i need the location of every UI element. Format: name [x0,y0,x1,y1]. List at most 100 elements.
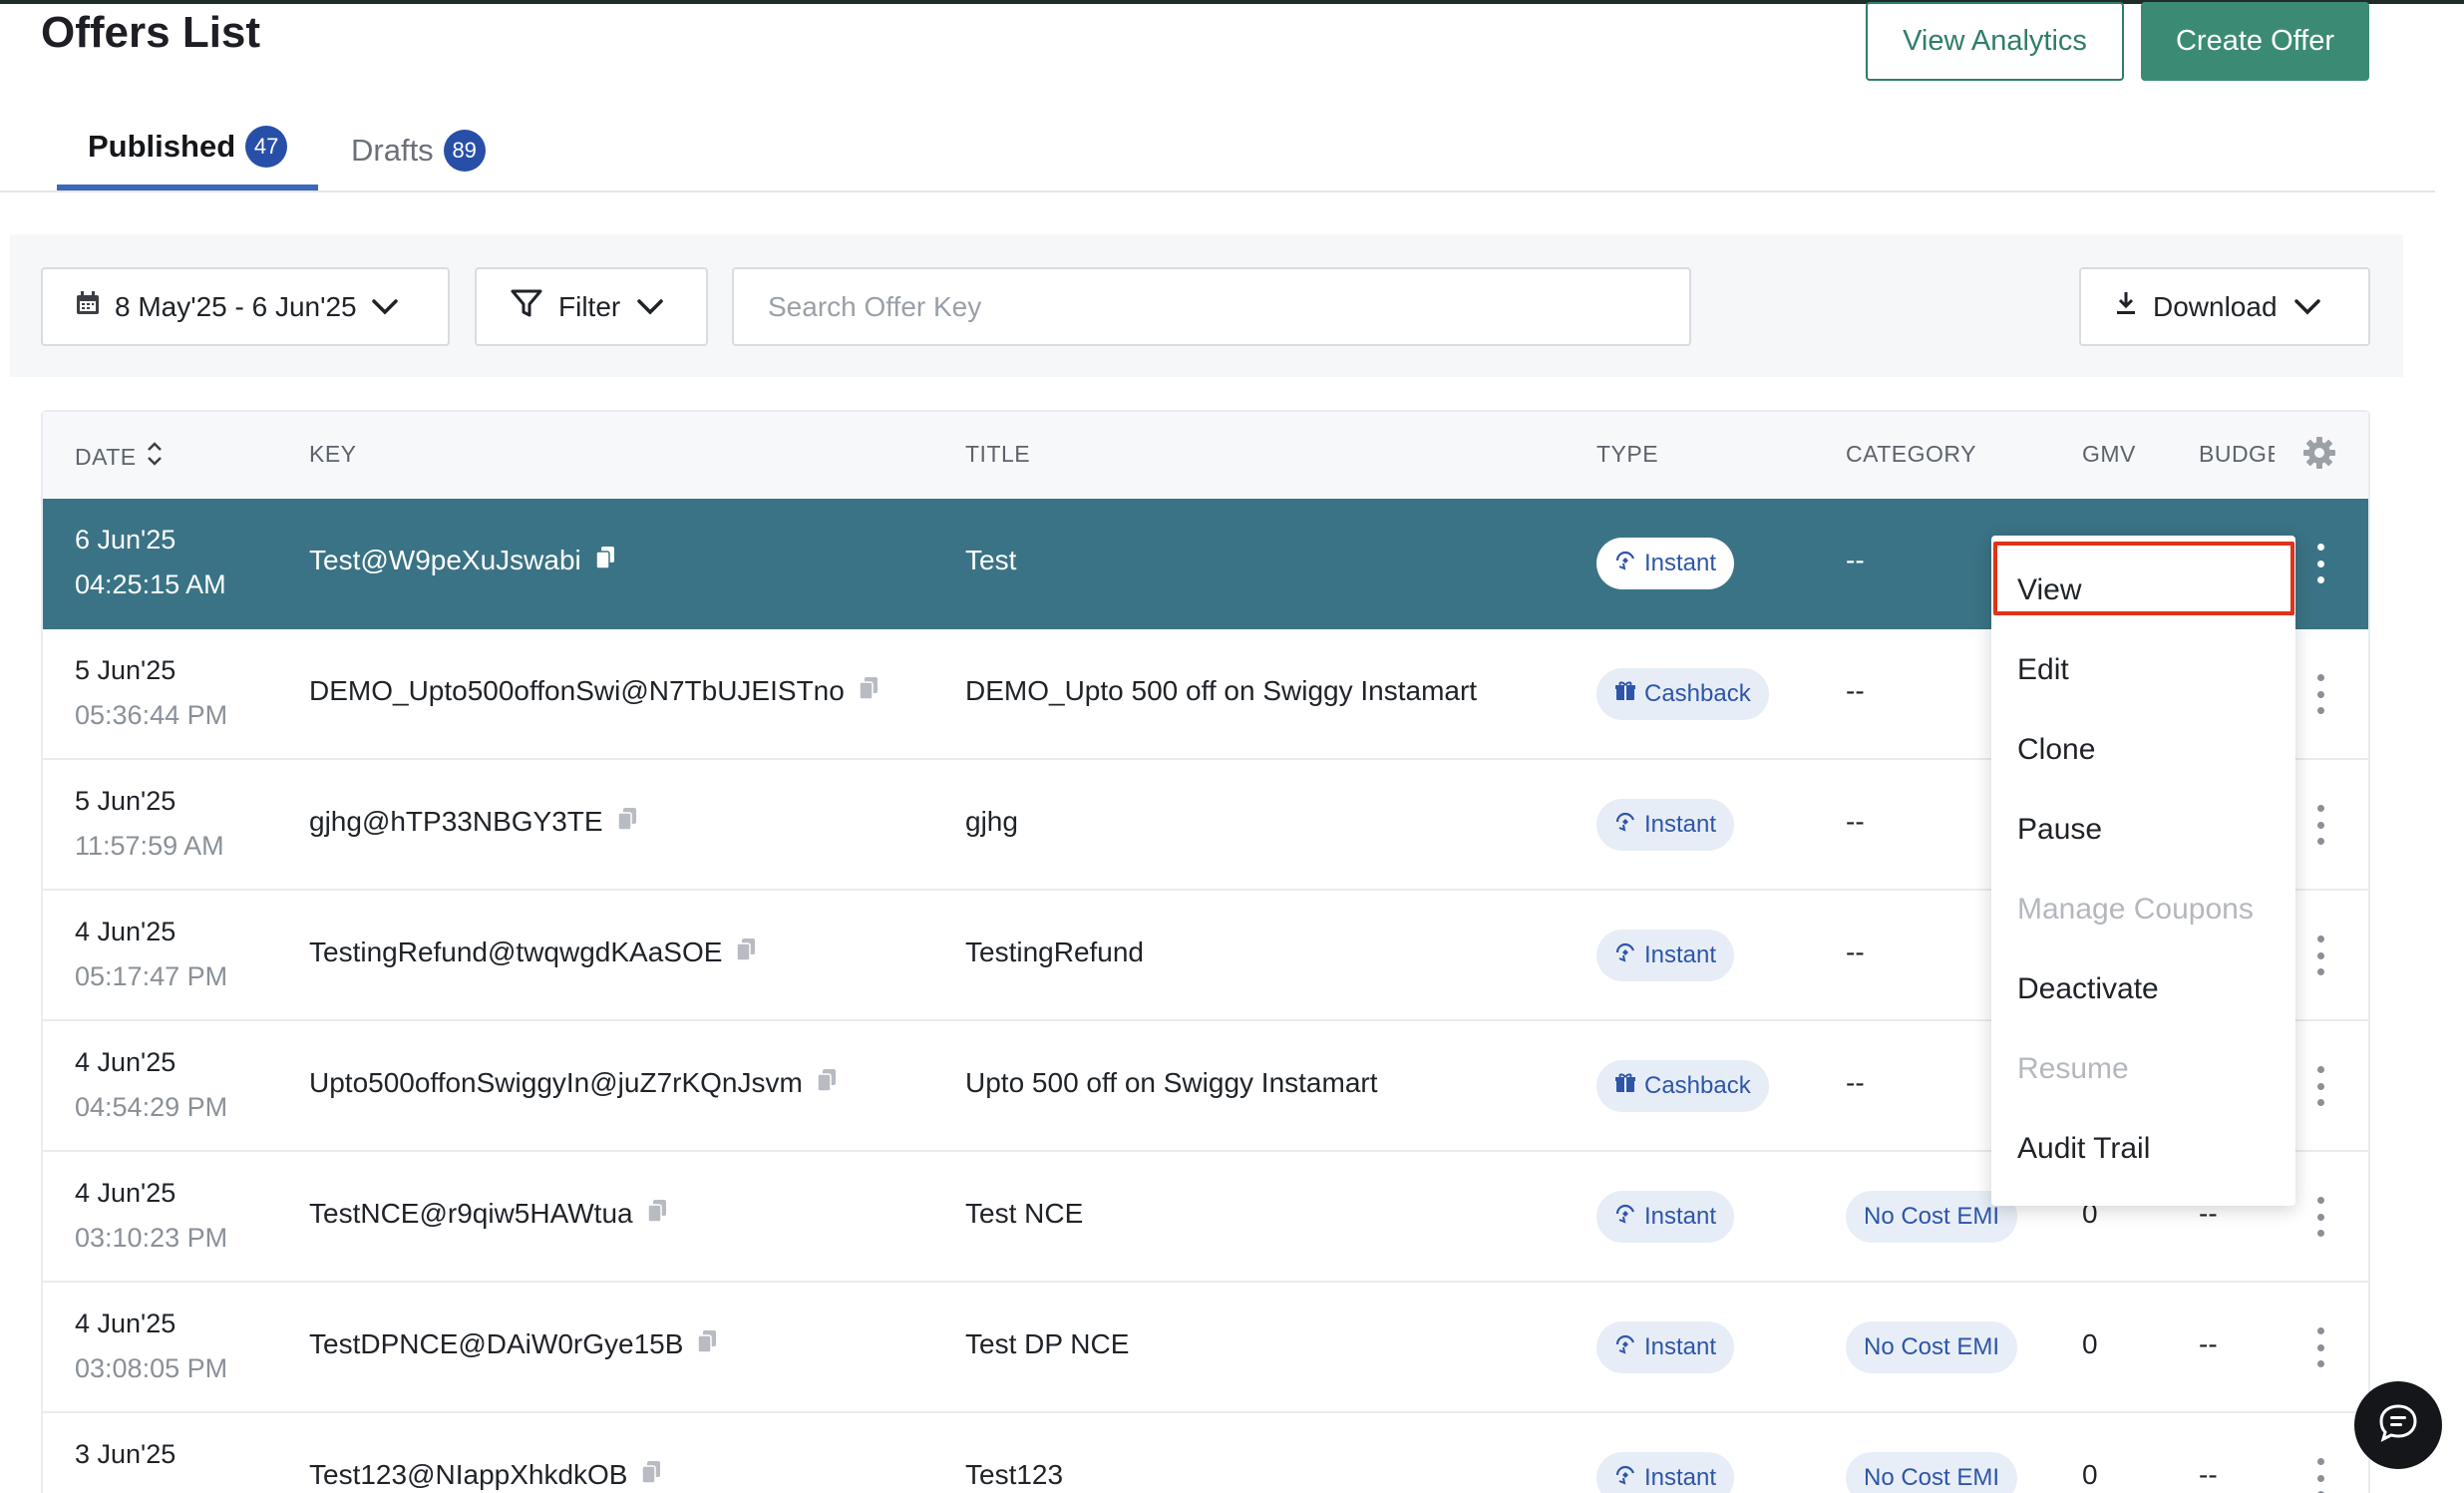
filter-label: Filter [558,290,621,322]
instant-icon [1614,941,1636,970]
filter-button[interactable]: Filter [475,267,708,346]
type-badge: Instant [1596,1452,1735,1493]
tab-drafts[interactable]: Drafts 89 [351,130,486,172]
date-cell: 6 Jun'25 [75,525,176,555]
menu-item-resume: Resume [2017,1052,2129,1085]
column-header-title: TITLE [965,441,1031,467]
column-header-type: TYPE [1596,441,1659,467]
date-range-text: 8 May'25 - 6 Jun'25 [115,290,357,322]
gift-icon [1614,680,1636,709]
type-cell: Instant [1596,538,1735,589]
view-analytics-button[interactable]: View Analytics [1866,2,2124,81]
time-cell: 04:25:15 AM [75,569,226,599]
type-badge: Cashback [1596,1060,1769,1112]
date-range-picker[interactable]: 8 May'25 - 6 Jun'25 [41,267,450,346]
more-options-icon[interactable] [2312,1197,2328,1237]
instant-icon [1614,1464,1636,1493]
column-header-date[interactable]: DATE [75,441,163,473]
offer-key: gjhg@hTP33NBGY3TE [309,806,603,837]
time-cell: 05:36:44 PM [75,700,228,730]
download-button[interactable]: Download [2079,267,2370,346]
column-header-gmv: GMV [2082,441,2136,467]
offer-key: Test123@NIappXhkdkOB [309,1459,628,1490]
more-options-icon[interactable] [2312,1327,2328,1367]
chevron-down-icon [371,291,399,323]
gift-icon [1614,1072,1636,1101]
copy-icon[interactable] [616,806,637,838]
category-cell: -- [1846,675,1865,706]
more-options-icon[interactable] [2312,1458,2328,1493]
filter-icon [511,287,542,326]
offer-key: TestingRefund@twqwgdKAaSOE [309,936,723,967]
menu-item-view[interactable]: View [2017,573,2081,607]
more-options-icon[interactable] [2312,805,2328,845]
row-actions-menu: View Edit Clone Pause Manage Coupons Dea… [1991,536,2295,1206]
title-cell: Test123 [965,1459,1064,1490]
sort-icon[interactable] [147,441,163,473]
category-cell: No Cost EMI [1846,1321,2018,1373]
create-offer-button[interactable]: Create Offer [2141,2,2369,81]
type-cell: Cashback [1596,668,1769,720]
title-cell: TestingRefund [965,936,1145,967]
copy-icon[interactable] [646,1198,667,1230]
chevron-down-icon [636,291,664,323]
copy-icon[interactable] [736,936,756,968]
search-input[interactable]: Search Offer Key [732,267,1691,346]
date-cell: 4 Jun'25 [75,1178,176,1208]
menu-item-pause[interactable]: Pause [2017,813,2102,847]
more-options-icon[interactable] [2312,935,2328,975]
category-cell: -- [1846,936,1865,967]
offer-key: TestDPNCE@DAiW0rGye15B [309,1328,684,1359]
category-cell: No Cost EMI [1846,1452,2018,1493]
copy-icon[interactable] [817,1067,837,1099]
more-options-icon[interactable] [2312,674,2328,714]
menu-item-edit[interactable]: Edit [2017,653,2069,687]
time-cell: 11:57:59 AM [75,831,224,861]
table-header [43,412,2368,498]
tab-label: Drafts [351,133,434,168]
tab-label: Published [88,129,236,164]
time-cell: 03:08:05 PM [75,1353,228,1383]
key-cell: TestDPNCE@DAiW0rGye15B [309,1328,717,1360]
more-options-icon[interactable] [2312,1066,2328,1106]
column-header-key: KEY [309,441,357,467]
type-badge: Instant [1596,930,1735,981]
chat-icon [2376,1401,2420,1450]
offer-key: DEMO_Upto500offonSwi@N7TbUJEISTno [309,675,845,706]
type-cell: Instant [1596,1452,1735,1493]
chevron-down-icon [2293,291,2321,323]
page-title: Offers List [41,8,261,57]
category-cell: -- [1846,806,1865,837]
count-badge: 47 [245,126,288,168]
date-cell: 3 Jun'25 [75,1439,176,1469]
offer-key: Test@W9peXuJswabi [309,545,581,575]
menu-item-deactivate[interactable]: Deactivate [2017,972,2159,1006]
type-cell: Cashback [1596,1060,1769,1112]
gear-icon[interactable] [2302,436,2336,475]
table-row[interactable]: 4 Jun'25 03:08:05 PM TestDPNCE@DAiW0rGye15… [43,1283,2368,1413]
menu-item-audit-trail[interactable]: Audit Trail [2017,1132,2150,1166]
count-badge: 89 [443,130,486,172]
tabs-divider [0,190,2435,192]
key-cell: Test@W9peXuJswabi [309,545,615,576]
time-cell: 05:17:47 PM [75,961,228,991]
copy-icon[interactable] [595,545,615,576]
offer-key: TestNCE@r9qiw5HAWtua [309,1198,633,1229]
date-cell: 4 Jun'25 [75,917,176,946]
title-cell: gjhg [965,806,1018,837]
tab-published[interactable]: Published 47 [88,126,288,168]
category-cell: -- [1846,1067,1865,1098]
table-row[interactable]: 3 Jun'25 Test123@NIappXhkdkOB Test123 Insta… [43,1413,2368,1493]
key-cell: Test123@NIappXhkdkOB [309,1459,661,1491]
column-header-category: CATEGORY [1846,441,1976,467]
copy-icon[interactable] [859,675,879,707]
more-options-icon[interactable] [2312,544,2328,583]
menu-item-clone[interactable]: Clone [2017,733,2095,767]
key-cell: TestingRefund@twqwgdKAaSOE [309,936,756,968]
chat-button[interactable] [2354,1381,2442,1469]
date-cell: 5 Jun'25 [75,655,176,685]
download-label: Download [2153,290,2278,322]
copy-icon[interactable] [641,1459,661,1491]
copy-icon[interactable] [697,1328,717,1360]
category-badge: No Cost EMI [1846,1452,2018,1493]
